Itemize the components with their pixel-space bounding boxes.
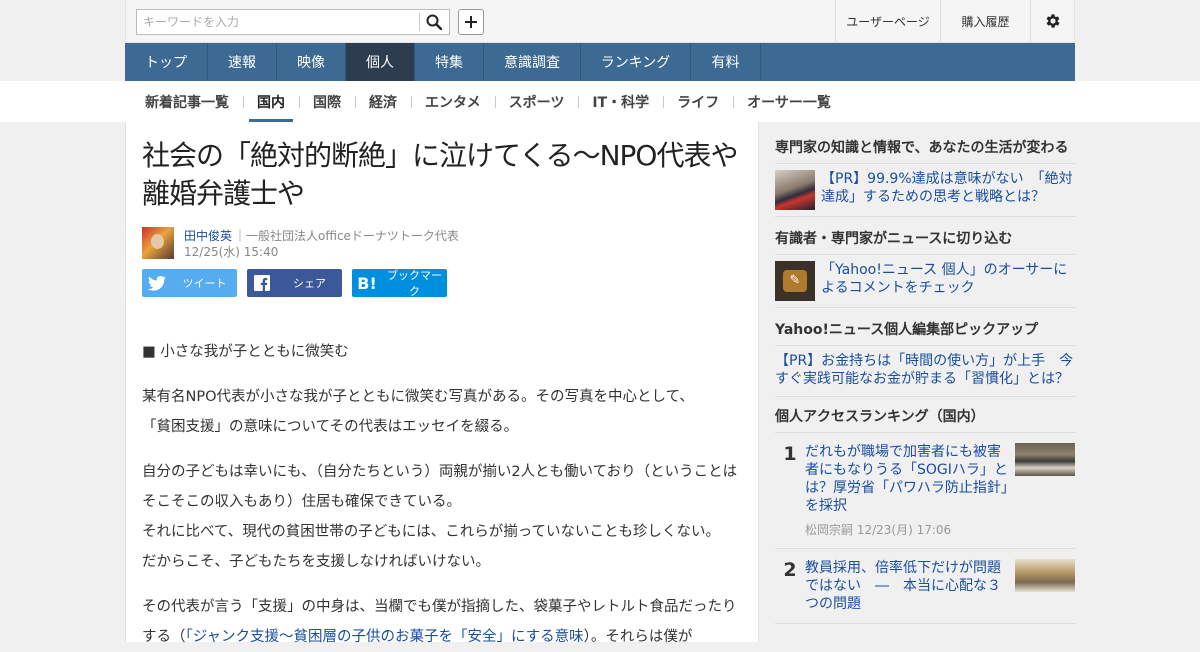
gnav-paid[interactable]: 有料 — [691, 43, 761, 81]
ranking-title-link[interactable]: だれもが職場で加害者にも被害者にもなりうる「SOGIハラ」とは？厚労省「パワハラ… — [805, 443, 1009, 515]
facebook-share-button[interactable]: シェア — [247, 269, 342, 297]
author-avatar[interactable] — [142, 227, 174, 259]
ranking-title-link[interactable]: 教員採用、倍率低下だけが問題ではない ― 本当に心配な３つの問題 — [805, 559, 1009, 613]
search-input[interactable] — [137, 10, 415, 34]
rank-number: 1 — [783, 443, 797, 465]
comment-icon: ✎ — [783, 270, 807, 292]
ranking-thumbnail[interactable] — [1015, 559, 1075, 592]
article-body: ■ 小さな我が子とともに微笑む 某有名NPO代表が小さな我が子とともに微笑む写真… — [142, 337, 742, 652]
sidebar-comment-item[interactable]: ✎ 「Yahoo!ニュース 個人」のオーサーによるコメントをチェック — [775, 255, 1075, 308]
gnav-individual[interactable]: 個人 — [346, 43, 415, 81]
cnav-sports[interactable]: スポーツ — [494, 81, 579, 122]
sidebar-heading: 個人アクセスランキング（国内） — [775, 397, 1075, 433]
article-inline-link[interactable]: 「ジャンク支援～貧困層の子供のお菓子を「安全」にする意味 — [186, 629, 584, 645]
paragraph: 某有名NPO代表が小さな我が子とともに微笑む写真がある。その写真を中心として、「… — [142, 389, 694, 435]
global-nav: トップ 速報 映像 個人 特集 意識調査 ランキング 有料 — [125, 43, 1075, 81]
category-nav: 新着記事一覧 国内 国際 経済 エンタメ スポーツ IT・科学 ライフ オーサー… — [125, 81, 845, 122]
rank-number: 2 — [783, 559, 797, 581]
twitter-icon — [148, 275, 166, 291]
cnav-domestic[interactable]: 国内 — [243, 81, 299, 122]
gnav-video[interactable]: 映像 — [277, 43, 346, 81]
hatena-bookmark-label: ブックマーク — [387, 269, 442, 298]
paragraph: 自分の子どもは幸いにも、（自分たちという）両親が揃い2人とも働いており（というこ… — [142, 464, 738, 570]
sidebar-heading: 専門家の知識と情報で、あなたの生活が変わる — [775, 122, 1075, 164]
sidebar: 専門家の知識と情報で、あなたの生活が変わる 【PR】99.9%達成は意味がない … — [775, 122, 1075, 624]
user-page-link[interactable]: ユーザーページ — [835, 0, 940, 42]
share-buttons: ツイート シェア B! ブックマーク — [142, 269, 742, 298]
gnav-survey[interactable]: 意識調査 — [484, 43, 581, 81]
sidebar-pickup-item[interactable]: 【PR】お金持ちは「時間の使い方」が上手 今すぐ実践可能なお金が貯まる「習慣化」… — [775, 346, 1075, 397]
settings-button[interactable] — [1030, 0, 1074, 42]
purchase-history-link[interactable]: 購入履歴 — [940, 0, 1030, 42]
top-bar: ユーザーページ 購入履歴 — [125, 0, 1075, 43]
gnav-feature[interactable]: 特集 — [415, 43, 484, 81]
plus-icon — [465, 16, 477, 28]
cnav-it-science[interactable]: IT・科学 — [578, 81, 663, 122]
ranking-item[interactable]: 1 だれもが職場で加害者にも被害者にもなりうる「SOGIハラ」とは？厚労省「パワ… — [775, 433, 1075, 549]
sidebar-heading: 有識者・専門家がニュースに切り込む — [775, 217, 1075, 255]
sidebar-pr-link[interactable]: 【PR】99.9%達成は意味がない 「絶対達成」するための思考と戦略とは？ — [821, 170, 1075, 210]
paragraph: その代表が言う「支援」の中身は、当欄でも僕が指摘した、袋菓子やレトルト食品だった… — [142, 599, 737, 645]
gear-icon — [1046, 14, 1060, 28]
gnav-breaking[interactable]: 速報 — [208, 43, 277, 81]
add-button[interactable] — [458, 9, 484, 35]
ranking-meta: 松岡宗嗣 12/23(月) 17:06 — [805, 523, 952, 537]
tweet-label: ツイート — [182, 277, 227, 290]
search-icon — [426, 14, 442, 30]
cnav-economy[interactable]: 経済 — [355, 81, 411, 122]
sidebar-comment-link[interactable]: 「Yahoo!ニュース 個人」のオーサーによるコメントをチェック — [821, 261, 1075, 301]
sidebar-pickup-link[interactable]: 【PR】お金持ちは「時間の使い方」が上手 今すぐ実践可能なお金が貯まる「習慣化」… — [775, 352, 1075, 388]
facebook-share-label: シェア — [293, 277, 326, 290]
cnav-latest[interactable]: 新着記事一覧 — [125, 81, 243, 122]
cnav-authors[interactable]: オーサー一覧 — [733, 81, 845, 122]
cnav-entertainment[interactable]: エンタメ — [411, 81, 495, 122]
hatena-bookmark-icon: B! — [357, 273, 377, 293]
pr-thumbnail[interactable] — [775, 170, 815, 210]
author-role: ｜一般社団法人officeドーナツトーク代表 — [234, 229, 459, 243]
search-box — [136, 9, 450, 35]
search-button[interactable] — [419, 10, 449, 34]
comment-thumbnail[interactable]: ✎ — [775, 261, 815, 301]
ranking-thumbnail[interactable] — [1015, 443, 1075, 476]
author-info: 田中俊英 ｜一般社団法人officeドーナツトーク代表 12/25(水) 15:… — [142, 227, 742, 261]
paragraph: ■ 小さな我が子とともに微笑む — [142, 344, 349, 360]
cnav-international[interactable]: 国際 — [299, 81, 355, 122]
sidebar-pr-item[interactable]: 【PR】99.9%達成は意味がない 「絶対達成」するための思考と戦略とは？ — [775, 164, 1075, 217]
ranking-item[interactable]: 2 教員採用、倍率低下だけが問題ではない ― 本当に心配な３つの問題 — [775, 549, 1075, 624]
article-title: 社会の「絶対的断絶」に泣けてくる～NPO代表や離婚弁護士や — [142, 139, 738, 210]
sidebar-heading: Yahoo!ニュース個人編集部ピックアップ — [775, 308, 1075, 346]
article: 社会の「絶対的断絶」に泣けてくる～NPO代表や離婚弁護士や 田中俊英 ｜一般社団… — [125, 122, 759, 645]
author-name[interactable]: 田中俊英 — [184, 227, 232, 244]
tweet-button[interactable]: ツイート — [142, 269, 237, 297]
gnav-ranking[interactable]: ランキング — [581, 43, 691, 81]
article-date: 12/25(水) 15:40 — [184, 245, 279, 259]
hatena-bookmark-button[interactable]: B! ブックマーク — [352, 269, 447, 298]
top-links: ユーザーページ 購入履歴 — [835, 0, 1074, 42]
cnav-life[interactable]: ライフ — [663, 81, 733, 122]
gnav-top[interactable]: トップ — [125, 43, 208, 81]
facebook-icon — [254, 275, 270, 291]
category-bar: 新着記事一覧 国内 国際 経済 エンタメ スポーツ IT・科学 ライフ オーサー… — [0, 81, 1200, 122]
